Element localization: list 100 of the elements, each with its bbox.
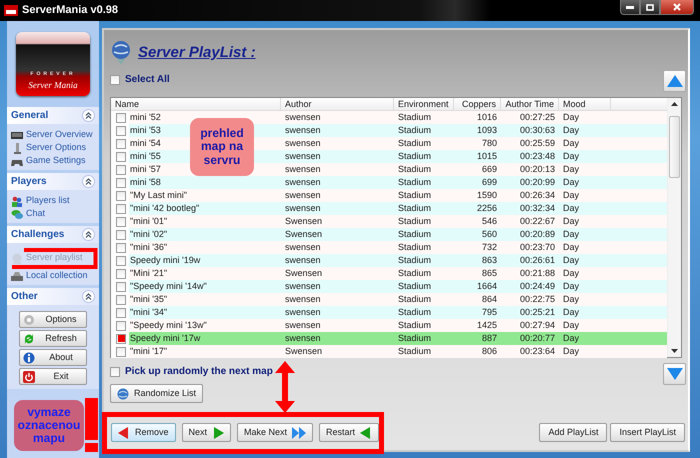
table-cell-text: Stadium [397, 306, 432, 319]
monitor-icon [11, 130, 23, 140]
row-checkbox[interactable] [116, 268, 126, 278]
table-cell-text: 780 [480, 136, 498, 150]
page-title: Server PlayList : [138, 42, 256, 63]
table-cell-text: 00:26:34 [518, 188, 556, 202]
table-cell-text: swensen [284, 280, 322, 293]
row-checkbox[interactable] [116, 308, 126, 318]
annotation-exclamation-icon [85, 398, 98, 452]
randomize-button[interactable]: Randomize List [110, 384, 204, 403]
select-all-label: Select All [125, 73, 170, 87]
table-cell-text: swensen [284, 254, 322, 267]
row-checkbox[interactable] [116, 294, 126, 304]
globe-icon [110, 40, 132, 66]
chevron-up-icon [85, 178, 92, 185]
collapse-button[interactable] [82, 175, 95, 188]
table-cell-text: Stadium [397, 254, 432, 267]
sidebar-item[interactable]: Game Settings [11, 155, 96, 167]
collapse-button[interactable] [82, 109, 95, 122]
sidebar-item[interactable]: Server Options [11, 142, 96, 154]
action-button[interactable]: Restart [319, 423, 380, 442]
row-checkbox[interactable] [116, 256, 126, 266]
row-checkbox[interactable] [116, 242, 126, 252]
annotation-tooltip: vymaze oznacenou mapu [14, 400, 84, 451]
row-checkbox[interactable] [116, 230, 126, 240]
row-checkbox[interactable] [116, 152, 126, 162]
playlist-button[interactable]: Insert PlayList [610, 423, 685, 442]
table-cell-text: swensen [284, 176, 322, 189]
sidebar-button[interactable]: Refresh [19, 330, 87, 347]
sidebar-button[interactable]: Options [19, 311, 87, 328]
table-cell-text: "mini '02" [130, 228, 168, 241]
row-checkbox[interactable] [116, 112, 126, 122]
section-header[interactable]: Players [7, 173, 99, 190]
sidebar-button[interactable]: About [19, 349, 87, 366]
table-cell-text: swensen [284, 332, 322, 345]
table-cell-text: Stadium [397, 318, 432, 332]
sidebar-item[interactable]: Local collection [11, 270, 96, 282]
sidebar-item[interactable]: Chat [11, 208, 96, 220]
table-cell-text: Stadium [397, 202, 432, 215]
table-cell-text: Stadium [397, 332, 432, 345]
table-cell-text: Swensen [284, 228, 324, 241]
minimize-icon [626, 6, 634, 8]
table-cell-text: Stadium [397, 266, 432, 280]
highlighted-row[interactable]: Speedy mini '17w swensen Stadium 887 00:20:77 Day [111, 332, 667, 345]
row-checkbox[interactable] [116, 178, 126, 188]
action-button[interactable]: Next [182, 423, 232, 442]
table-cell-text: Speedy mini '17w [130, 332, 200, 345]
table-cell-text: 560 [480, 228, 498, 241]
row-checkbox[interactable] [116, 190, 126, 200]
scrollbar[interactable] [667, 98, 681, 357]
collapse-button[interactable] [82, 228, 95, 241]
random-pick-label: Pick up randomly the next map [125, 365, 273, 379]
table-cell-text: mini '53 [130, 124, 161, 137]
table-cell-text: "Mini '21" [130, 266, 168, 280]
table-cell-text: 2256 [476, 202, 498, 215]
row-checkbox[interactable] [116, 346, 126, 356]
collapse-button[interactable] [82, 290, 95, 303]
minimize-button[interactable] [620, 0, 640, 15]
row-checkbox[interactable] [116, 204, 126, 214]
sidebar-button[interactable]: Exit [19, 368, 87, 385]
action-button[interactable]: Make Next [237, 423, 314, 442]
table-cell-text: swensen [284, 240, 322, 254]
random-pick-checkbox[interactable] [110, 366, 120, 376]
row-checkbox[interactable] [116, 164, 126, 174]
close-button[interactable] [660, 0, 694, 15]
table-cell-text: Day [562, 110, 580, 124]
table-cell-text: Stadium [397, 292, 432, 306]
sidebar-item[interactable]: Players list [11, 195, 96, 207]
drive-icon [11, 270, 23, 282]
table-cell-text: "mini '34" [130, 306, 168, 319]
sidebar-item[interactable]: Server Overview [11, 129, 96, 141]
row-checkbox[interactable] [116, 138, 126, 148]
section-header[interactable]: General [7, 107, 99, 124]
section-header[interactable]: Challenges [7, 226, 99, 243]
playlist-button[interactable]: Add PlayList [539, 423, 608, 442]
scroll-up-button[interactable] [663, 70, 686, 92]
section-title: General [11, 109, 48, 123]
table-cell-text: Day [562, 280, 580, 293]
table-cell-text: swensen [284, 110, 322, 124]
table-cell-text: 00:20:99 [518, 176, 556, 189]
action-button[interactable]: Remove [111, 423, 176, 442]
scrollbar-thumb[interactable] [669, 116, 680, 178]
table-cell-text: Day [562, 266, 580, 280]
globe-icon [117, 388, 129, 400]
table-cell-text: Day [562, 176, 580, 189]
chevron-up-icon [85, 231, 92, 238]
row-checkbox[interactable] [116, 216, 126, 226]
section-header[interactable]: Other [7, 288, 99, 305]
triangle-left-icon [360, 426, 372, 438]
select-all-checkbox[interactable] [110, 74, 120, 84]
row-checkbox[interactable] [116, 320, 126, 330]
row-checkbox[interactable] [116, 126, 126, 136]
row-checkbox[interactable] [116, 282, 126, 292]
table-cell-text: 1015 [476, 150, 498, 163]
maximize-button[interactable] [640, 0, 660, 15]
table-cell-text: swensen [284, 292, 322, 306]
table-cell-text: 00:23:70 [518, 240, 556, 254]
row-checkbox[interactable] [116, 334, 126, 344]
scroll-down-button[interactable] [663, 363, 686, 385]
table-cell-text: swensen [284, 202, 322, 215]
